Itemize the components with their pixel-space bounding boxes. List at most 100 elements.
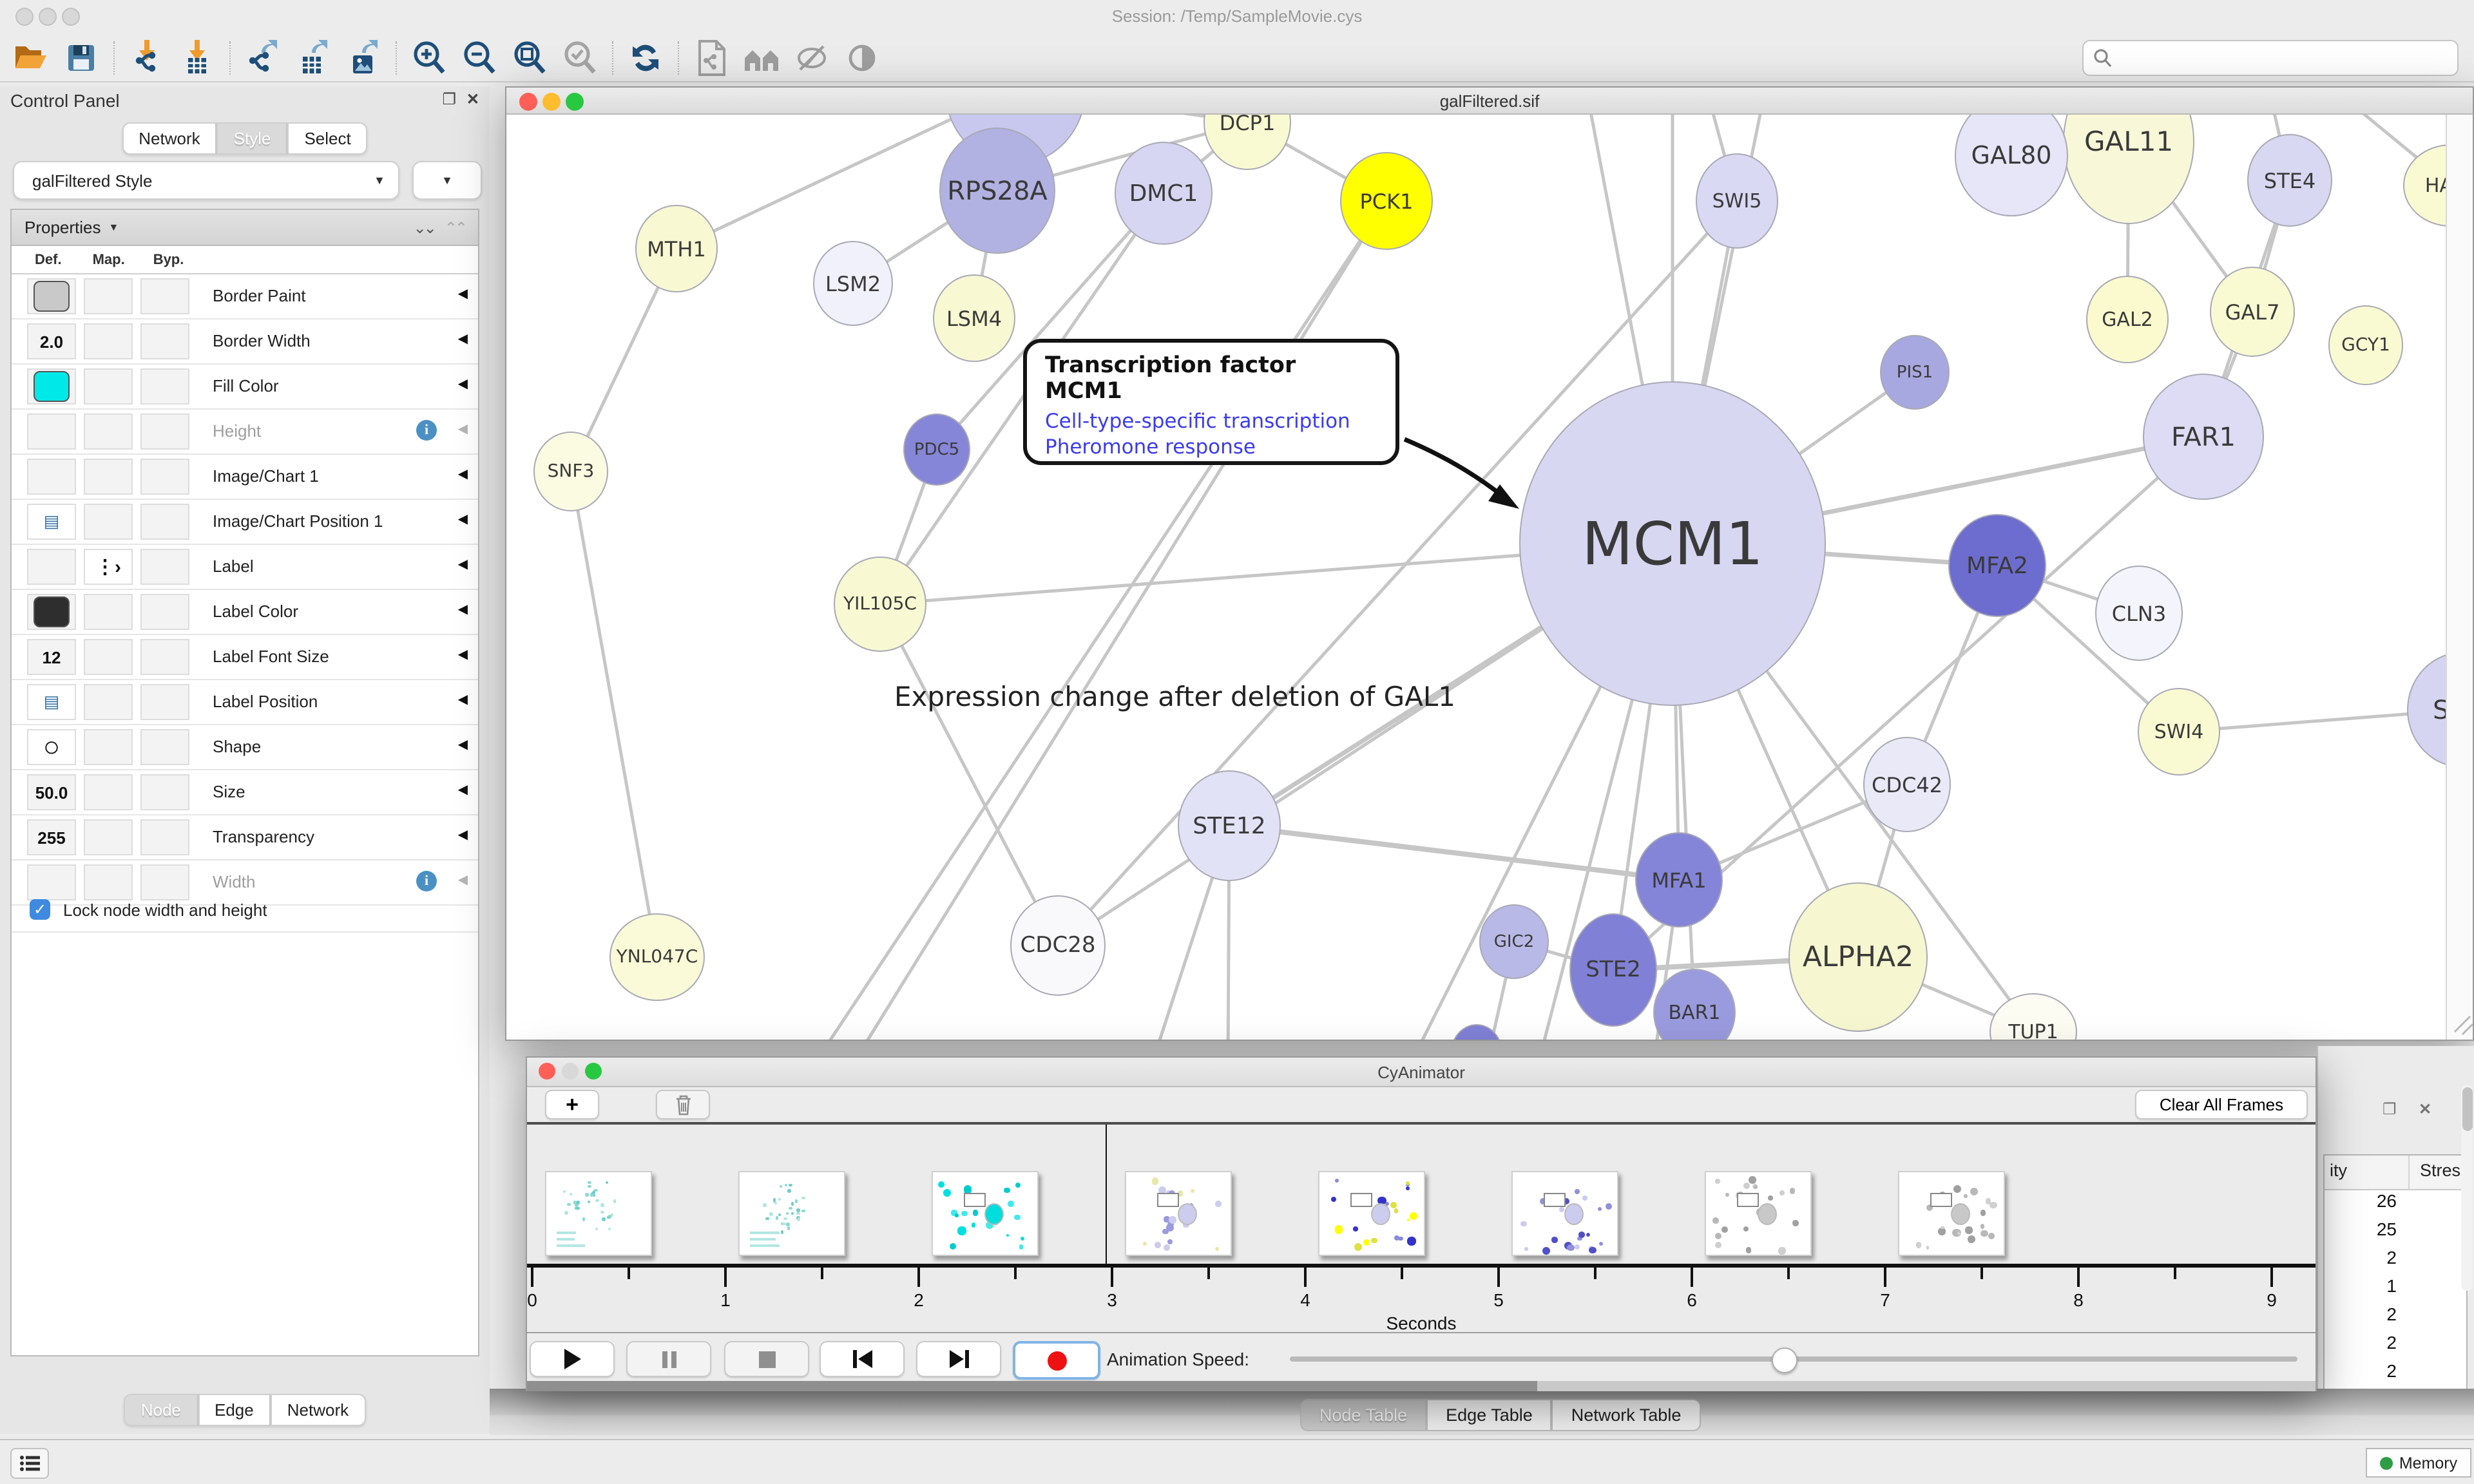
save-session-icon[interactable] [62,38,101,77]
network-node-alpha2[interactable]: ALPHA2 [1788,882,1928,1032]
skip-to-end-button[interactable] [916,1341,1001,1377]
scrollbar-thumb[interactable] [527,1381,1537,1391]
zoom-out-icon[interactable] [460,38,499,77]
expand-property-icon[interactable]: ◀ [458,738,468,752]
expand-property-icon[interactable]: ◀ [458,468,468,482]
network-node-swi5[interactable]: SWI5 [1696,153,1778,249]
hide-selected-icon[interactable] [792,38,831,77]
expand-property-icon[interactable]: ◀ [458,513,468,527]
network-node-gic2[interactable]: GIC2 [1479,904,1549,979]
mcm1-annotation-box[interactable]: Transcription factor MCM1Cell-type-speci… [1023,339,1399,465]
table-row[interactable]: 2 [2325,1247,2466,1275]
apply-layout-icon[interactable] [626,38,665,77]
property-row-height[interactable]: Height◀i [12,410,478,455]
close-panel-icon[interactable]: ✕ [466,90,479,108]
network-node-lsm2[interactable]: LSM2 [813,241,893,326]
skip-to-start-button[interactable] [820,1341,905,1377]
property-row-image-chart-1[interactable]: Image/Chart 1◀ [12,455,478,500]
network-window-titlebar[interactable]: galFiltered.sif [506,88,2473,115]
network-node-rps28a[interactable]: RPS28A [939,128,1055,254]
export-network-icon[interactable] [244,38,282,77]
lock-node-size-row[interactable]: ✓Lock node width and height [12,888,478,933]
table-row[interactable]: 25 [2325,1219,2466,1247]
animation-frame-2[interactable] [932,1171,1039,1256]
annotation-link-1[interactable]: Cell-type-specific transcription [1045,410,1377,433]
animation-frame-4[interactable] [1318,1171,1425,1256]
property-row-label-color[interactable]: Label Color◀ [12,590,478,635]
style-selector-dropdown[interactable]: galFiltered Style ▼ [13,161,399,200]
info-icon[interactable]: i [416,420,437,441]
property-row-size[interactable]: 50.0Size◀ [12,770,478,815]
delete-frame-button[interactable] [656,1090,710,1119]
scrollbar-thumb[interactable] [2462,1087,2472,1131]
network-node-ste4[interactable]: STE4 [2247,134,2332,227]
expand-property-icon[interactable]: ◀ [458,377,468,392]
expand-property-icon[interactable]: ◀ [458,873,468,888]
network-canvas[interactable]: RPS28BGAL11DCP1DMC1RPS28APCK1SWI5GAL80ST… [506,115,2447,1040]
network-node-mcm1[interactable]: MCM1 [1519,381,1826,706]
network-node-mfa2[interactable]: MFA2 [1948,514,2046,617]
float-panel-icon[interactable]: ❐ [2383,1100,2397,1118]
network-node-gal7[interactable]: GAL7 [2210,267,2295,357]
expand-property-icon[interactable]: ◀ [458,693,468,707]
network-node-dmc1[interactable]: DMC1 [1115,142,1213,245]
cyanimator-timeline[interactable]: 0123456789Seconds [527,1125,2316,1332]
stop-button[interactable] [724,1341,809,1377]
expand-property-icon[interactable]: ◀ [458,558,468,572]
table-row[interactable]: 2 [2325,1304,2466,1332]
pause-button[interactable] [626,1341,711,1377]
tab-edge[interactable]: Edge [198,1394,271,1426]
zoom-selected-icon[interactable] [561,38,599,77]
network-node-pis1[interactable]: PIS1 [1880,335,1950,410]
timeline-playhead[interactable] [1105,1125,1107,1266]
property-row-label[interactable]: ⋮›Label◀ [12,545,478,590]
animation-frame-6[interactable] [1705,1171,1812,1256]
collapse-all-icon[interactable]: ⌃⌃ [445,218,465,236]
property-row-shape[interactable]: ○Shape◀ [12,725,478,770]
network-node-ste2[interactable]: STE2 [1569,913,1657,1027]
memory-button[interactable]: Memory [2366,1448,2471,1478]
property-row-transparency[interactable]: 255Transparency◀ [12,815,478,861]
zoom-in-icon[interactable] [410,38,448,77]
import-table-icon[interactable] [178,38,216,77]
cyanimator-hscrollbar[interactable] [527,1381,2316,1391]
property-row-border-width[interactable]: 2.0Border Width◀ [12,319,478,365]
canvas-text-annotation[interactable]: Expression change after deletion of GAL1 [894,681,1455,712]
property-row-label-position[interactable]: ▤Label Position◀ [12,680,478,725]
open-session-icon[interactable] [12,38,50,77]
export-table-icon[interactable] [294,38,332,77]
property-row-image-chart-position-1[interactable]: ▤Image/Chart Position 1◀ [12,500,478,545]
color-swatch[interactable] [34,596,70,627]
network-node-yil105c[interactable]: YIL105C [834,556,926,652]
property-row-label-font-size[interactable]: 12Label Font Size◀ [12,635,478,680]
table-row[interactable]: 1 [2325,1275,2466,1304]
tab-network[interactable]: Network [122,122,216,155]
color-swatch[interactable] [34,281,70,312]
table-row[interactable]: 2 [2325,1332,2466,1360]
close-panel-icon[interactable]: ✕ [2419,1100,2431,1118]
style-options-dropdown[interactable]: ▼ [412,161,482,200]
clear-all-frames-button[interactable]: Clear All Frames [2135,1090,2308,1119]
animation-frame-0[interactable] [545,1171,652,1256]
expand-property-icon[interactable]: ◀ [458,603,468,617]
tab-network[interactable]: Network [271,1394,365,1426]
network-node-cdc42[interactable]: CDC42 [1863,737,1951,832]
cyanimator-titlebar[interactable]: CyAnimator [527,1058,2316,1087]
tab-select[interactable]: Select [287,122,367,155]
expand-property-icon[interactable]: ◀ [458,828,468,842]
group-nodes-icon[interactable] [742,38,781,77]
network-node-cln3[interactable]: CLN3 [2095,566,2183,661]
zoom-fit-icon[interactable] [510,38,549,77]
expand-property-icon[interactable]: ◀ [458,332,468,347]
tab-edge-table[interactable]: Edge Table [1426,1399,1552,1431]
network-node-gcy1[interactable]: GCY1 [2328,305,2403,385]
network-node-pck1[interactable]: PCK1 [1340,152,1433,250]
expand-property-icon[interactable]: ◀ [458,423,468,437]
network-node-gal2[interactable]: GAL2 [2086,276,2169,363]
column-header-stress[interactable]: Stres [2410,1156,2466,1189]
network-node-ynl047c[interactable]: YNL047C [609,913,705,1001]
import-network-icon[interactable] [128,38,166,77]
speed-slider-thumb[interactable] [1772,1347,1798,1373]
tab-style[interactable]: Style [217,122,288,155]
play-button[interactable] [530,1341,615,1377]
